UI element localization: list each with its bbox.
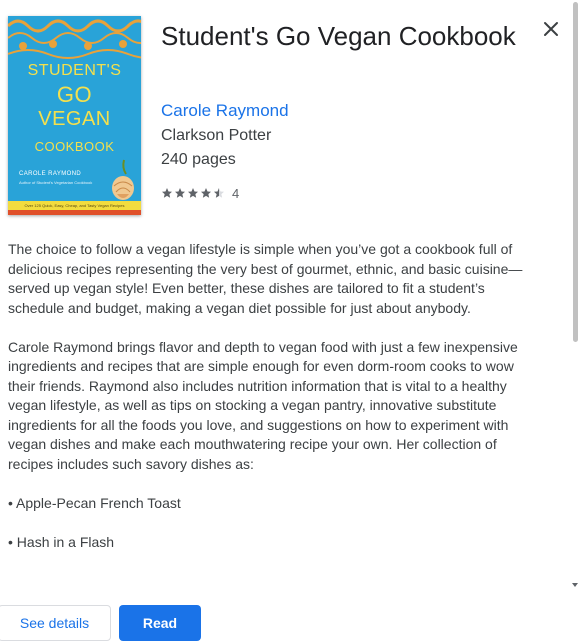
cover-band: Over 125 Quick, Easy, Cheap, and Tasty V…: [8, 201, 141, 210]
recipe-list-item: • Apple-Pecan French Toast: [8, 494, 181, 511]
star-icon: [175, 188, 185, 198]
star-icon: [162, 188, 172, 198]
cover-bottom-stripe: [8, 210, 141, 215]
cover-title-line: GO: [56, 82, 93, 107]
star-rating: [161, 187, 225, 199]
star-half-icon: [214, 188, 224, 198]
cover-title-line: VEGAN: [38, 108, 111, 130]
rating-value: 4: [232, 185, 240, 201]
cover-author: CAROLE RAYMOND: [19, 171, 82, 177]
close-button[interactable]: [538, 16, 564, 42]
scrollbar-thumb[interactable]: [573, 2, 578, 342]
see-details-button[interactable]: See details: [0, 605, 111, 641]
publisher: Clarkson Potter: [161, 127, 272, 144]
book-details-panel: STUDENT'S GO VEGAN COOKBOOK CAROLE RAYMO…: [0, 0, 579, 642]
rating: 4: [161, 185, 239, 201]
read-button[interactable]: Read: [119, 605, 201, 641]
star-icon: [188, 188, 198, 198]
recipe-list-item: • Hash in a Flash: [8, 533, 115, 550]
description-paragraph: The choice to follow a vegan lifestyle i…: [8, 241, 523, 316]
page-count: 240 pages: [161, 151, 236, 168]
author-link[interactable]: Carole Raymond: [161, 101, 289, 121]
scroll-down-arrow-icon[interactable]: [572, 583, 578, 587]
cover-title-line: STUDENT'S: [27, 62, 122, 79]
description-paragraph: Carole Raymond brings flavor and depth t…: [8, 338, 518, 472]
cover-title-line: COOKBOOK: [34, 139, 115, 154]
book-description: The choice to follow a vegan lifestyle i…: [8, 240, 528, 572]
cover-subtitle: Author of Student's Vegetarian Cookbook: [19, 180, 93, 185]
star-icon: [201, 188, 211, 198]
book-cover[interactable]: STUDENT'S GO VEGAN COOKBOOK CAROLE RAYMO…: [8, 16, 141, 215]
book-title: Student's Go Vegan Cookbook: [161, 21, 516, 51]
close-icon: [544, 22, 558, 36]
action-bar: See details Read: [0, 596, 579, 642]
onion-illustration: [112, 159, 134, 200]
